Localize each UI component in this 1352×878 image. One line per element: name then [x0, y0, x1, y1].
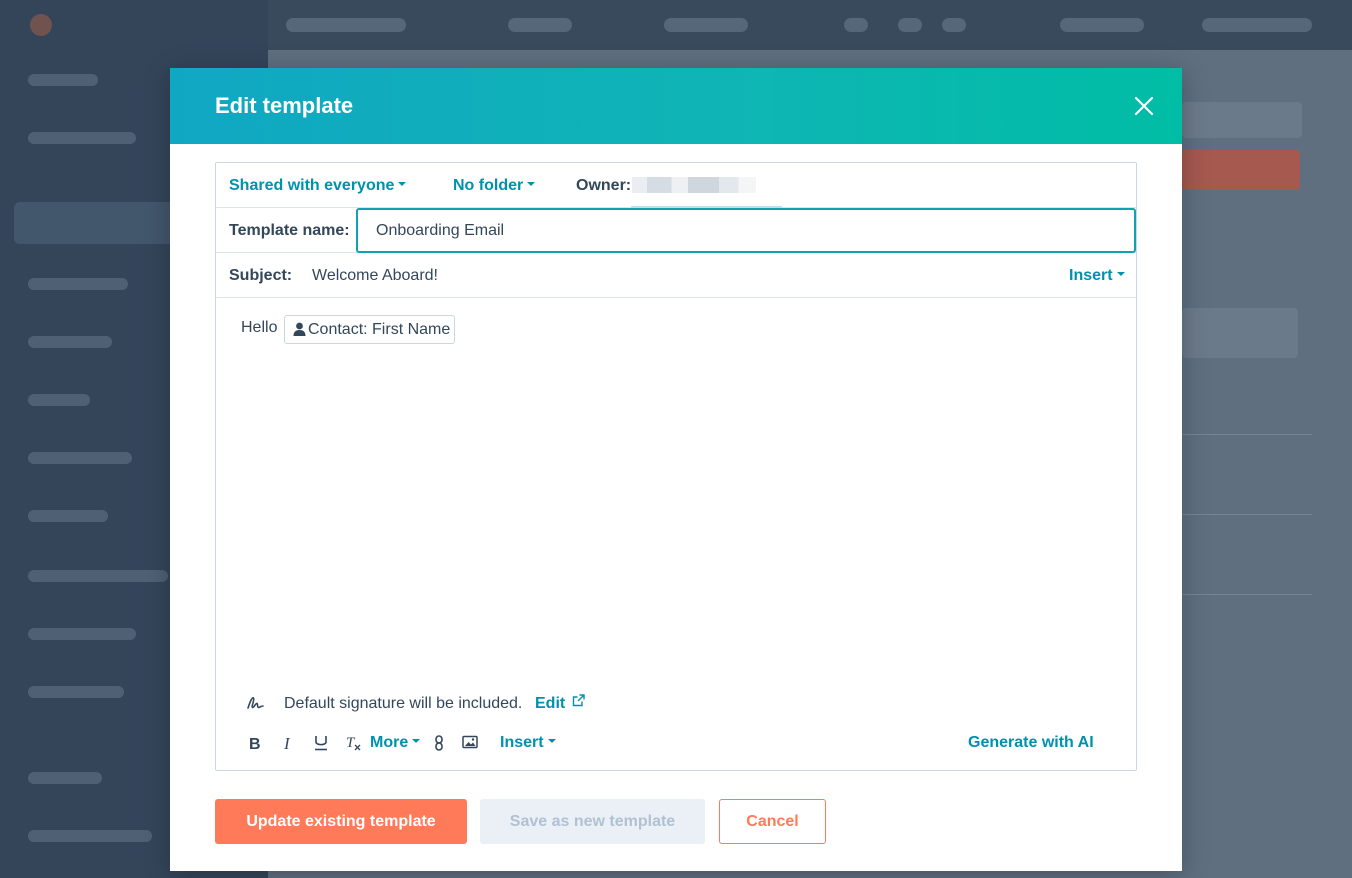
- background-line: [1182, 594, 1312, 595]
- background-topbar: [268, 0, 1352, 50]
- close-button[interactable]: [1132, 94, 1156, 118]
- background-blob: [1202, 18, 1312, 32]
- background-blob: [286, 18, 406, 32]
- template-name-input[interactable]: [356, 208, 1136, 253]
- signature-text: Default signature will be included.: [284, 695, 523, 712]
- background-blob: [508, 18, 572, 32]
- insert-label: Insert: [500, 734, 544, 751]
- save-as-new-template-button[interactable]: Save as new template: [480, 799, 705, 844]
- background-nav-item: [28, 74, 98, 86]
- caret-down-icon: [547, 738, 556, 743]
- sharing-dropdown[interactable]: Shared with everyone: [229, 177, 407, 195]
- meta-row: Shared with everyone No folder Owner:: [216, 163, 1136, 211]
- background-nav-item: [28, 132, 136, 144]
- edit-template-modal: Edit template Shared with everyone No fo…: [170, 68, 1182, 871]
- background-button: [1182, 150, 1300, 190]
- background-blob: [1060, 18, 1144, 32]
- modal-title: Edit template: [215, 93, 354, 118]
- background-nav-item: [28, 628, 136, 640]
- subject-label: Subject:: [229, 267, 293, 284]
- caret-down-icon: [1116, 271, 1125, 276]
- signature-icon: [247, 697, 264, 709]
- caret-down-icon: [412, 738, 421, 743]
- body-greeting[interactable]: Hello: [241, 319, 277, 337]
- token-label: Contact: First Name: [308, 321, 451, 338]
- background-nav-item: [28, 830, 152, 842]
- external-link-icon[interactable]: [572, 694, 585, 707]
- contact-token[interactable]: Contact: First Name: [284, 315, 456, 344]
- folder-dropdown[interactable]: No folder: [453, 177, 536, 195]
- background-nav-item: [28, 686, 124, 698]
- background-blob: [942, 18, 966, 32]
- background-blob: [664, 18, 748, 32]
- format-toolbar: B I T More Insert Generate with AI: [216, 731, 1136, 761]
- modal-header: Edit template: [170, 68, 1182, 144]
- cancel-button[interactable]: Cancel: [719, 799, 826, 844]
- background-card: [1182, 308, 1298, 358]
- more-dropdown[interactable]: More: [370, 734, 421, 752]
- close-icon: [1134, 96, 1154, 116]
- background-nav-item: [28, 772, 102, 784]
- link-icon[interactable]: [434, 735, 444, 751]
- background-nav-item: [28, 278, 128, 290]
- template-name-label: Template name:: [229, 222, 350, 239]
- insert-label: Insert: [1069, 267, 1113, 284]
- subject-insert-dropdown[interactable]: Insert: [1069, 267, 1125, 285]
- caret-down-icon: [527, 181, 536, 186]
- svg-text:I: I: [283, 735, 291, 751]
- clear-format-icon[interactable]: T: [346, 735, 362, 751]
- svg-text:B: B: [249, 736, 261, 751]
- background-logo: [30, 14, 52, 36]
- background-nav-item: [28, 570, 168, 582]
- italic-icon[interactable]: I: [282, 735, 296, 751]
- sharing-label: Shared with everyone: [229, 177, 395, 194]
- background-nav-item: [28, 510, 108, 522]
- background-card: [1182, 102, 1302, 138]
- background-line: [1182, 514, 1312, 515]
- owner-label: Owner:: [576, 177, 632, 194]
- subject-input[interactable]: Welcome Aboard!: [312, 267, 438, 285]
- signature-edit-link[interactable]: Edit: [535, 695, 565, 713]
- background-blob: [898, 18, 922, 32]
- underline-icon[interactable]: [314, 735, 328, 751]
- image-icon[interactable]: [462, 735, 478, 749]
- template-name-row: Template name:: [216, 208, 1136, 253]
- person-icon: [293, 322, 306, 336]
- generate-with-ai-button[interactable]: Generate with AI: [968, 734, 1094, 752]
- toolbar-insert-dropdown[interactable]: Insert: [500, 734, 556, 752]
- folder-label: No folder: [453, 177, 524, 194]
- background-line: [1182, 434, 1312, 435]
- svg-text:T: T: [346, 735, 356, 751]
- background-nav-item: [28, 394, 90, 406]
- background-blob: [844, 18, 868, 32]
- caret-down-icon: [398, 181, 407, 186]
- update-existing-template-button[interactable]: Update existing template: [215, 799, 467, 844]
- template-editor: Shared with everyone No folder Owner: Te…: [215, 162, 1137, 771]
- more-label: More: [370, 734, 409, 751]
- background-nav-item: [28, 452, 132, 464]
- owner-redacted[interactable]: [632, 177, 756, 193]
- bold-icon[interactable]: B: [248, 735, 262, 751]
- background-nav-item: [28, 336, 112, 348]
- subject-row: Subject: Welcome Aboard! Insert: [216, 253, 1136, 298]
